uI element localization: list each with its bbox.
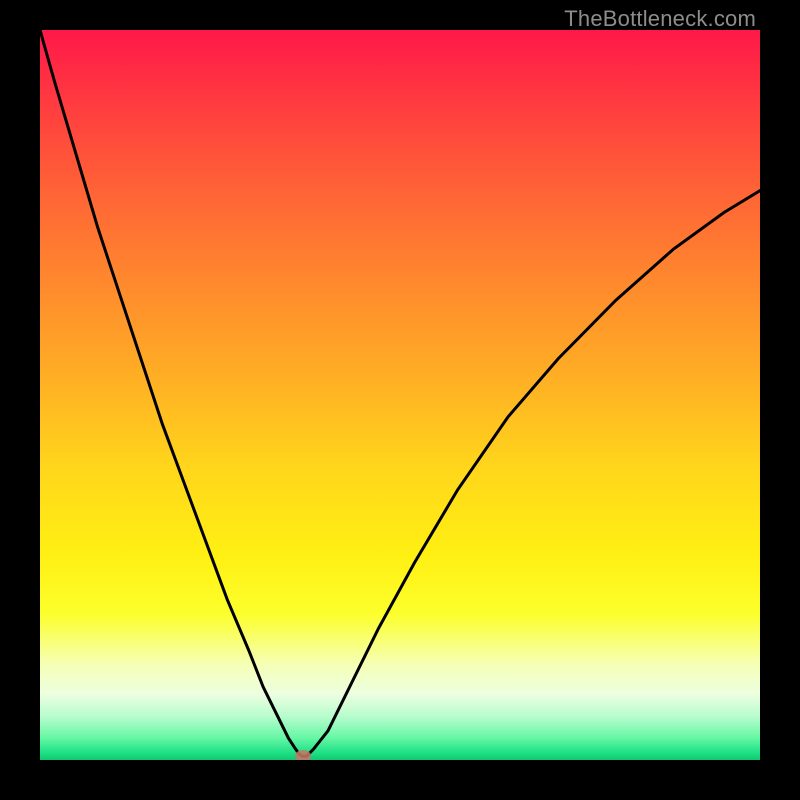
attribution-text: TheBottleneck.com bbox=[564, 6, 756, 32]
plot-area bbox=[40, 30, 760, 760]
min-marker bbox=[295, 750, 311, 760]
bottleneck-curve-path bbox=[40, 30, 760, 756]
curve-layer bbox=[40, 30, 760, 760]
chart-frame: TheBottleneck.com bbox=[0, 0, 800, 800]
